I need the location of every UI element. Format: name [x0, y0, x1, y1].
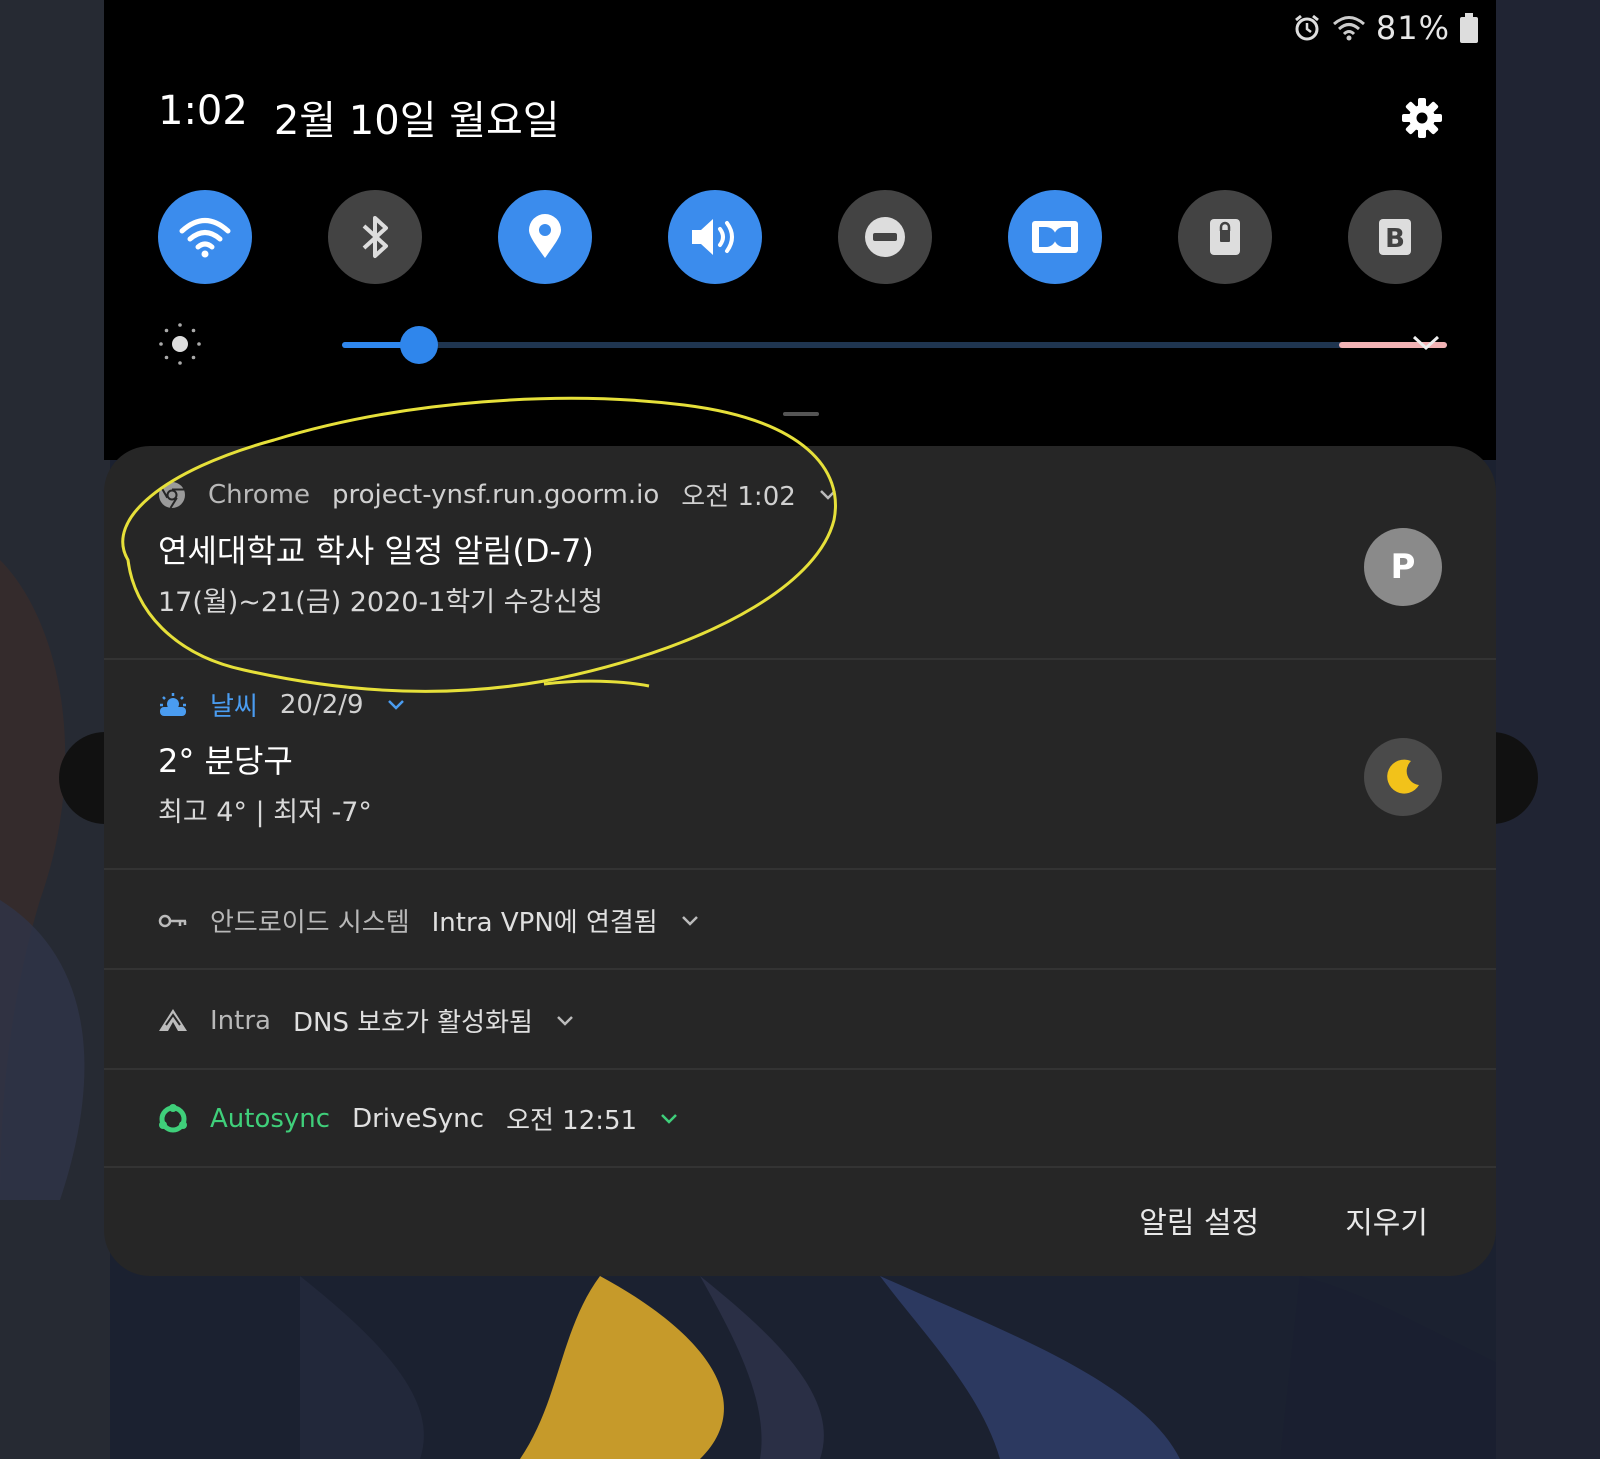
notification-source: project-ynsf.run.goorm.io — [331, 479, 660, 510]
location-pin-icon — [529, 214, 561, 258]
bixby-icon: B — [1379, 219, 1411, 255]
notification-app: Intra — [210, 1005, 271, 1036]
notification-weather[interactable]: 날씨 20/2/9 2° 분당구 최고 4° | 최저 -7° — [104, 658, 1496, 870]
quick-settings: B — [158, 190, 1448, 286]
brightness-icon — [159, 323, 201, 365]
datetime: 1:02 2월 10일 월요일 — [158, 88, 560, 146]
wifi-toggle[interactable] — [158, 190, 252, 284]
notification-header: Intra DNS 보호가 활성화됨 — [158, 1002, 575, 1039]
date[interactable]: 2월 10일 월요일 — [274, 88, 560, 146]
intra-icon — [159, 1008, 187, 1031]
svg-text:B: B — [1385, 224, 1405, 254]
notification-title: DNS 보호가 활성화됨 — [292, 1008, 533, 1038]
moon-icon — [1364, 738, 1442, 816]
battery-percent: 81% — [1375, 9, 1450, 47]
battery-icon — [1460, 13, 1478, 43]
chevron-down-icon[interactable] — [680, 914, 700, 928]
notification-header: 날씨 20/2/9 — [158, 686, 406, 723]
dolby-toggle[interactable] — [1008, 190, 1102, 284]
do-not-disturb-toggle[interactable] — [838, 190, 932, 284]
avatar: P — [1364, 528, 1442, 606]
bluetooth-toggle[interactable] — [328, 190, 422, 284]
chevron-down-icon[interactable] — [1404, 328, 1448, 358]
notification-time: 오전 1:02 — [681, 482, 796, 512]
do-not-disturb-icon — [865, 217, 905, 257]
alarm-icon — [1294, 14, 1319, 41]
location-toggle[interactable] — [498, 190, 592, 284]
chrome-icon — [159, 481, 185, 509]
notification-intra[interactable]: Intra DNS 보호가 활성화됨 — [104, 968, 1496, 1070]
notification-android-system[interactable]: 안드로이드 시스템 Intra VPN에 연결됨 — [104, 868, 1496, 970]
wifi-icon — [1332, 16, 1365, 41]
sound-toggle[interactable] — [668, 190, 762, 284]
notification-title: 2° 분당구 — [158, 742, 293, 780]
notification-title: DriveSync — [352, 1103, 485, 1134]
sync-icon — [159, 1103, 187, 1132]
clear-all-button[interactable]: 지우기 — [1345, 1198, 1428, 1242]
chevron-down-icon[interactable] — [386, 698, 406, 712]
brightness-slider[interactable] — [342, 326, 1447, 364]
status-bar: 81% — [1292, 8, 1478, 48]
brightness-thumb[interactable] — [400, 326, 439, 364]
chevron-down-icon[interactable] — [659, 1112, 679, 1126]
bixby-routines-toggle[interactable]: B — [1348, 190, 1442, 284]
notification-time: 20/2/9 — [279, 689, 364, 720]
drag-handle[interactable] — [783, 412, 819, 416]
notification-chrome[interactable]: Chrome project-ynsf.run.goorm.io 오전 1:02… — [104, 446, 1496, 660]
lock-icon — [1210, 219, 1240, 255]
notification-autosync[interactable]: Autosync DriveSync 오전 12:51 — [104, 1068, 1496, 1168]
quick-panel: 81% 1:02 2월 10일 월요일 B — [104, 0, 1496, 460]
notification-list: Chrome project-ynsf.run.goorm.io 오전 1:02… — [104, 446, 1496, 1276]
notification-text: 최고 4° | 최저 -7° — [158, 797, 372, 828]
weather-icon — [160, 692, 186, 716]
notification-app: Autosync — [210, 1103, 331, 1134]
notification-app: 안드로이드 시스템 — [210, 908, 410, 938]
notification-title: 연세대학교 학사 일정 알림(D-7) — [158, 532, 594, 570]
sound-icon — [692, 219, 734, 255]
bluetooth-icon — [362, 216, 388, 258]
dolby-icon — [1032, 221, 1078, 253]
notification-app: 날씨 — [210, 692, 258, 722]
notification-shade: 81% 1:02 2월 10일 월요일 B Chrome project-yns… — [104, 0, 1496, 1276]
secure-folder-toggle[interactable] — [1178, 190, 1272, 284]
notification-actions: 알림 설정 지우기 — [1139, 1198, 1428, 1242]
notification-app: Chrome — [208, 479, 310, 510]
wifi-icon — [179, 218, 231, 258]
chevron-down-icon[interactable] — [555, 1014, 575, 1028]
vpn-key-icon — [158, 914, 187, 927]
notification-text: 17(월)~21(금) 2020-1학기 수강신청 — [158, 587, 603, 618]
avatar-letter: P — [1390, 547, 1416, 587]
clock[interactable]: 1:02 — [158, 88, 248, 146]
notification-header: Chrome project-ynsf.run.goorm.io 오전 1:02 — [158, 476, 838, 513]
chevron-down-icon[interactable] — [818, 488, 838, 502]
brightness-bar — [158, 322, 1448, 365]
notification-header: Autosync DriveSync 오전 12:51 — [158, 1100, 679, 1137]
notification-time: 오전 12:51 — [506, 1106, 638, 1136]
notification-title: Intra VPN에 연결됨 — [431, 908, 658, 938]
notification-header: 안드로이드 시스템 Intra VPN에 연결됨 — [158, 902, 700, 939]
gear-icon[interactable] — [1400, 96, 1444, 140]
notification-settings-button[interactable]: 알림 설정 — [1139, 1198, 1259, 1242]
